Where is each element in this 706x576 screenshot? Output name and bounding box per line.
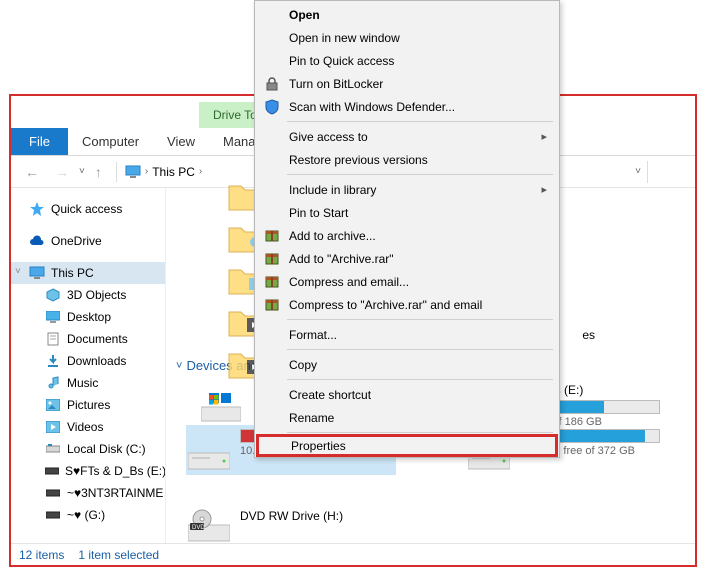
drive-icon (45, 485, 61, 501)
separator (287, 349, 553, 350)
ctx-compress-email[interactable]: Compress and email... (257, 270, 557, 293)
expand-icon[interactable]: ˅ (15, 266, 21, 277)
status-count: 12 items (19, 548, 64, 562)
music-icon (45, 375, 61, 391)
context-menu: Open Open in new window Pin to Quick acc… (254, 0, 560, 458)
sidebar-item-videos[interactable]: Videos (11, 416, 165, 438)
file-tab[interactable]: File (11, 128, 68, 155)
path-segment[interactable]: This PC (152, 165, 195, 179)
ctx-add-archive[interactable]: Add to archive... (257, 224, 557, 247)
cloud-icon (29, 233, 45, 249)
sidebar-item-drive-f[interactable]: ~♥3NT3RTAINME (11, 482, 165, 504)
winrar-icon (263, 296, 281, 314)
winrar-icon (263, 250, 281, 268)
location-icon (125, 165, 141, 179)
separator (287, 432, 553, 433)
ctx-include-library[interactable]: Include in library▸ (257, 178, 557, 201)
bitlocker-icon (263, 75, 281, 93)
ctx-give-access[interactable]: Give access to▸ (257, 125, 557, 148)
ctx-properties[interactable]: Properties (256, 434, 558, 457)
drive-icon (188, 441, 230, 473)
winrar-icon (263, 273, 281, 291)
star-icon (29, 201, 45, 217)
drive-icon (45, 507, 61, 523)
videos-icon (45, 419, 61, 435)
forward-button[interactable]: → (49, 162, 75, 182)
drive-icon (45, 441, 61, 457)
sidebar-item-documents[interactable]: Documents (11, 328, 165, 350)
search-input[interactable] (647, 161, 687, 183)
back-button[interactable]: ← (19, 162, 45, 182)
ctx-defender[interactable]: Scan with Windows Defender... (257, 95, 557, 118)
status-selected: 1 item selected (78, 548, 159, 562)
shield-icon (263, 98, 281, 116)
ctx-pin-start[interactable]: Pin to Start (257, 201, 557, 224)
sidebar-item-music[interactable]: Music (11, 372, 165, 394)
sidebar-label: This PC (51, 266, 94, 280)
ctx-open-new-window[interactable]: Open in new window (257, 26, 557, 49)
separator (287, 319, 553, 320)
separator (116, 162, 117, 182)
ctx-bitlocker[interactable]: Turn on BitLocker (257, 72, 557, 95)
sidebar-label: OneDrive (51, 234, 102, 248)
chevron-right-icon: ▸ (541, 130, 547, 143)
navigation-pane: Quick access OneDrive ˅ This PC (11, 188, 166, 543)
sidebar-item-pictures[interactable]: Pictures (11, 394, 165, 416)
sidebar-label: Quick access (51, 202, 122, 216)
drive-name: DVD RW Drive (H:) (240, 509, 394, 523)
separator (287, 379, 553, 380)
status-bar: 12 items 1 item selected (11, 543, 695, 565)
separator (287, 174, 553, 175)
ctx-create-shortcut[interactable]: Create shortcut (257, 383, 557, 406)
sidebar-item-3d-objects[interactable]: 3D Objects (11, 284, 165, 306)
tab-computer[interactable]: Computer (68, 128, 153, 155)
ctx-add-archive-rar[interactable]: Add to "Archive.rar" (257, 247, 557, 270)
chevron-right-icon: ▸ (541, 183, 547, 196)
dvd-icon: DVD (188, 509, 230, 541)
ctx-copy[interactable]: Copy (257, 353, 557, 376)
up-button[interactable]: ↑ (89, 162, 108, 182)
ctx-restore-versions[interactable]: Restore previous versions (257, 148, 557, 171)
tab-view[interactable]: View (153, 128, 209, 155)
ctx-rename[interactable]: Rename (257, 406, 557, 429)
sidebar-onedrive[interactable]: OneDrive (11, 230, 165, 252)
path-chevron[interactable]: › (145, 166, 148, 177)
downloads-icon (45, 353, 61, 369)
svg-text:DVD: DVD (192, 525, 205, 531)
drive-item-dvd[interactable]: DVD DVD RW Drive (H:) (186, 493, 396, 543)
winrar-icon (263, 227, 281, 245)
separator (287, 121, 553, 122)
chevron-down-icon: ˅ (176, 360, 182, 372)
sidebar-item-drive-e[interactable]: S♥FTs & D_Bs (E:) (11, 460, 165, 482)
pc-icon (29, 265, 45, 281)
sidebar-item-drive-g[interactable]: ~♥ (G:) (11, 504, 165, 526)
pictures-icon (45, 397, 61, 413)
folder-label-partial: es (582, 328, 595, 342)
desktop-icon (45, 309, 61, 325)
cube-icon (45, 287, 61, 303)
drive-icon (45, 463, 59, 479)
sidebar-this-pc[interactable]: This PC (11, 262, 165, 284)
sidebar-item-local-disk-c[interactable]: Local Disk (C:) (11, 438, 165, 460)
path-chevron[interactable]: › (199, 166, 202, 177)
ctx-open[interactable]: Open (257, 3, 557, 26)
sidebar-item-desktop[interactable]: Desktop (11, 306, 165, 328)
recent-dropdown[interactable]: ˅ (79, 166, 85, 177)
address-dropdown[interactable]: ˅ (631, 166, 645, 177)
ctx-pin-quick-access[interactable]: Pin to Quick access (257, 49, 557, 72)
sidebar-item-downloads[interactable]: Downloads (11, 350, 165, 372)
sidebar-quick-access[interactable]: Quick access (11, 198, 165, 220)
windows-drive-icon (201, 393, 241, 426)
documents-icon (45, 331, 61, 347)
ctx-compress-rar-email[interactable]: Compress to "Archive.rar" and email (257, 293, 557, 316)
ctx-format[interactable]: Format... (257, 323, 557, 346)
